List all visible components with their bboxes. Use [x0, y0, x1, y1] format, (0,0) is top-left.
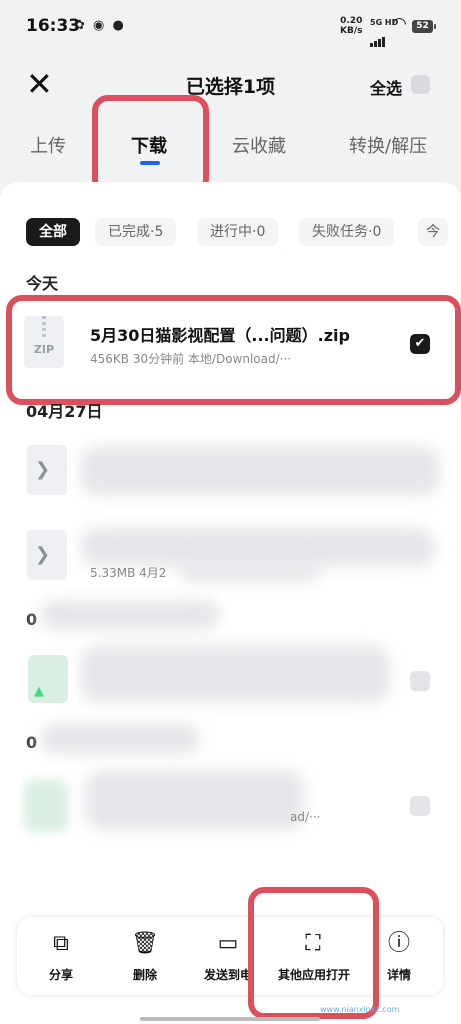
file-meta: 5.33MB 4月2: [90, 566, 167, 580]
tab-cloud-favorites[interactable]: 云收藏: [232, 132, 286, 158]
group-header-today: 今天: [26, 274, 59, 293]
highlight-box: [248, 887, 379, 1019]
group-header-0427: 04月27日: [26, 402, 103, 421]
filter-today[interactable]: 今: [418, 218, 448, 246]
tab-convert-unzip[interactable]: 转换/解压: [349, 132, 427, 158]
blurred-meta: [180, 560, 320, 582]
blurred-file-row[interactable]: [80, 645, 390, 703]
blurred-group-header: [40, 600, 220, 630]
select-all-label[interactable]: 全选: [370, 75, 402, 99]
highlight-box: [92, 95, 209, 195]
group-header: 0: [26, 733, 38, 752]
select-all-checkbox[interactable]: [411, 75, 430, 94]
status-bar: 16:33 ✿ ◉ ● 0.20 KB/s 5G HD ◠ 52: [0, 0, 461, 52]
network-speed: 0.20 KB/s: [340, 16, 363, 36]
signal-icon: [370, 28, 386, 47]
file-meta: ad/···: [290, 810, 321, 824]
delete-button[interactable]: 🗑 删除: [110, 930, 180, 983]
blurred-group-header: [40, 724, 200, 754]
tab-upload[interactable]: 上传: [30, 132, 66, 158]
blurred-file-row[interactable]: [85, 770, 305, 830]
file-icon: ❯: [27, 445, 67, 495]
android-app-icon: ▲: [28, 655, 68, 703]
file-icon: [24, 780, 68, 832]
home-indicator[interactable]: [140, 1017, 320, 1021]
file-checkbox[interactable]: [410, 671, 430, 691]
blurred-file-row[interactable]: [80, 446, 440, 496]
watermark: www.nianxinxz.com: [320, 1005, 400, 1014]
battery-icon: 52: [412, 20, 436, 33]
filter-in-progress[interactable]: 进行中·0: [197, 218, 279, 246]
group-header: 0: [26, 610, 38, 629]
notification-icons: ✿ ◉ ●: [74, 18, 126, 33]
highlight-box: [6, 295, 461, 405]
file-checkbox[interactable]: [410, 796, 430, 816]
filter-failed[interactable]: 失败任务·0: [299, 218, 395, 246]
share-icon: ⧉: [53, 931, 69, 956]
share-button[interactable]: ⧉ 分享: [26, 930, 96, 983]
filter-completed[interactable]: 已完成·5: [95, 218, 177, 246]
trash-icon: 🗑: [131, 931, 159, 956]
wifi-icon: ◠: [392, 14, 407, 34]
filter-all[interactable]: 全部: [26, 218, 80, 246]
file-icon: ❯: [27, 530, 67, 580]
status-time: 16:33: [26, 16, 81, 36]
